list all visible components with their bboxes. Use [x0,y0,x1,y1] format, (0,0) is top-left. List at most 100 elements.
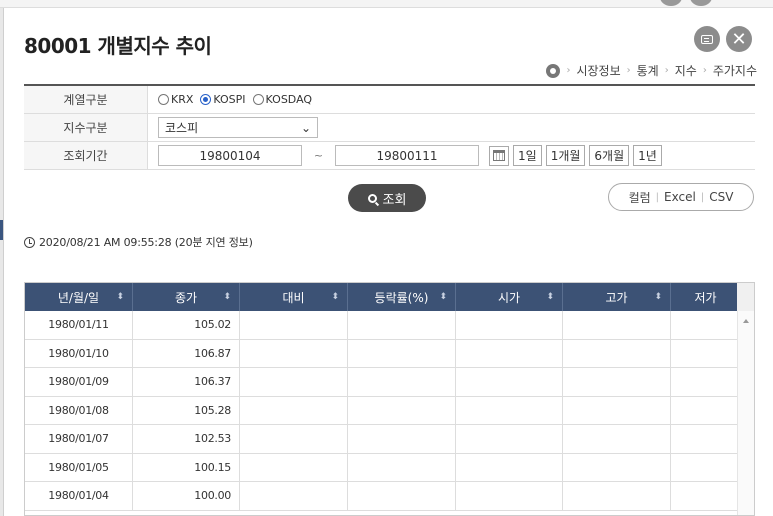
chevron-right-icon: › [626,65,631,76]
vertical-scrollbar[interactable] [737,283,754,515]
date-from-input[interactable]: 19800104 [158,145,302,166]
sort-icon[interactable]: ⬍ [546,292,554,302]
index-row: 지수구분 코스피 ⌄ [24,114,755,142]
sort-icon[interactable]: ⬍ [654,292,662,302]
close-button[interactable]: ✕ [726,26,752,52]
period-1m-button[interactable]: 1개월 [545,145,586,166]
period-6m-button[interactable]: 6개월 [589,145,630,166]
search-icon [367,193,377,203]
table-cell [671,368,741,396]
table-cell [456,311,563,339]
table-cell [348,339,456,367]
radio-icon[interactable] [252,94,264,105]
csv-button[interactable]: CSV [709,190,733,204]
background-page-strip [0,0,773,8]
table-cell: 1980/01/04 [25,482,133,510]
table-cell [240,425,348,453]
timestamp-text: 2020/08/21 AM 09:55:28 (20분 지연 정보) [39,236,253,249]
breadcrumb-item[interactable]: 통계 [637,62,659,79]
table-cell [563,425,671,453]
scroll-up-icon[interactable] [743,319,749,323]
column-header[interactable]: 등락률(%) ⬍ [348,283,456,311]
index-label: 지수구분 [24,114,148,141]
table-cell: 1980/01/11 [25,311,133,339]
breadcrumb-item[interactable]: 지수 [675,62,697,79]
breadcrumb-item[interactable]: 시장정보 [576,62,620,79]
table-row: 1980/01/08 105.28 [25,396,754,425]
table-row: 1980/01/07 102.53 [25,425,754,454]
home-icon[interactable] [546,63,561,78]
radio-selected-icon[interactable] [200,94,212,105]
index-select[interactable]: 코스피 ⌄ [158,117,318,138]
table-cell [348,425,456,453]
column-header[interactable]: 대비 ⬍ [240,283,348,311]
period-1d-button[interactable]: 1일 [513,145,542,166]
table-cell: 106.87 [133,339,240,367]
column-header[interactable]: 저가 [671,283,741,311]
radio-icon[interactable] [158,94,169,105]
table-cell [456,482,563,510]
table-cell [456,425,563,453]
column-header[interactable]: 년/월/일 ⬍ [25,283,133,311]
breadcrumb: › 시장정보 › 통계 › 지수 › 주가지수 [546,62,757,79]
table-cell [348,368,456,396]
table-cell [240,453,348,481]
table-cell [456,396,563,424]
table-cell: 106.37 [133,368,240,396]
table-cell [563,368,671,396]
date-to-input[interactable]: 19800111 [335,145,479,166]
sort-icon[interactable]: ⬍ [331,292,339,302]
column-header[interactable]: 시가 ⬍ [456,283,563,311]
period-label: 조회기간 [24,142,148,169]
excel-button[interactable]: Excel [664,190,696,204]
table-cell [563,311,671,339]
popup-title: 80001 개별지수 추이 [24,34,212,58]
table-cell: 1980/01/09 [25,368,133,396]
calendar-icon[interactable] [489,145,509,166]
table-cell [456,453,563,481]
table-row: 1980/01/11 105.02 [25,311,754,340]
export-buttons: 컬럼 | Excel | CSV [608,183,754,211]
expand-button[interactable] [694,26,720,52]
table-cell [563,482,671,510]
table-cell [671,311,741,339]
date-separator: ~ [313,149,324,162]
table-cell [348,482,456,510]
table-cell: 100.15 [133,453,240,481]
table-cell [456,368,563,396]
table-cell [240,368,348,396]
table-row: 1980/01/05 100.15 [25,453,754,482]
period-row: 조회기간 19800104 ~ 19800111 1일 1개월 6개월 1년 [24,142,755,170]
table-cell: 105.02 [133,311,240,339]
table-cell: 1980/01/10 [25,339,133,367]
series-option-krx[interactable]: KRX [158,93,193,106]
table-cell [563,339,671,367]
search-form: 계열구분 KRX KOSPI KOSDAQ 지수구분 코스피 ⌄ 조회기간 19… [24,84,755,170]
sort-icon[interactable]: ⬍ [116,292,124,302]
table-cell [240,311,348,339]
table-cell [348,311,456,339]
chevron-right-icon: › [664,65,669,76]
series-row: 계열구분 KRX KOSPI KOSDAQ [24,86,755,114]
table-cell: 102.53 [133,425,240,453]
table-cell: 1980/01/08 [25,396,133,424]
breadcrumb-item[interactable]: 주가지수 [713,62,757,79]
table-row: 1980/01/10 106.87 [25,339,754,368]
background-button [660,0,682,6]
search-button[interactable]: 조회 [348,184,426,212]
series-option-kosdaq[interactable]: KOSDAQ [252,93,312,106]
table-cell [671,453,741,481]
table-cell [671,425,741,453]
series-options: KRX KOSPI KOSDAQ [148,86,755,113]
table-cell [563,453,671,481]
column-button[interactable]: 컬럼 [629,189,651,206]
table-cell: 105.28 [133,396,240,424]
column-header[interactable]: 고가 ⬍ [563,283,671,311]
sort-icon[interactable]: ⬍ [439,292,447,302]
column-header[interactable]: 종가 ⬍ [133,283,240,311]
table-row: 1980/01/04 100.00 [25,482,754,511]
sort-icon[interactable]: ⬍ [223,292,231,302]
period-1y-button[interactable]: 1년 [633,145,662,166]
timestamp: 2020/08/21 AM 09:55:28 (20분 지연 정보) [24,234,253,250]
series-option-kospi[interactable]: KOSPI [200,93,246,106]
